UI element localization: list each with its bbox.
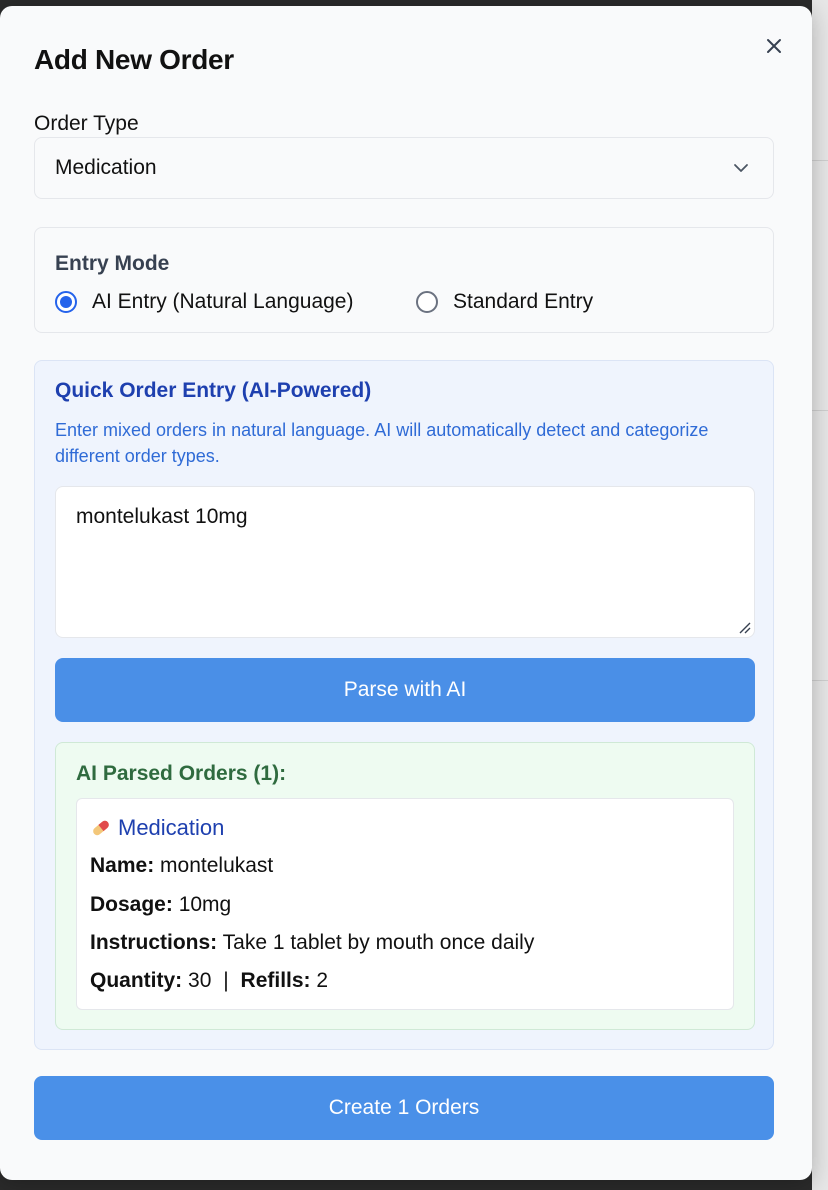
add-order-modal: Add New Order Order Type Medication Entr… xyxy=(0,6,812,1180)
order-quantity-row: Quantity: 30 | Refills: 2 xyxy=(90,969,328,993)
page-backdrop xyxy=(812,0,828,1190)
quantity-value: 30 xyxy=(188,969,212,992)
order-dosage-row: Dosage: 10mg xyxy=(90,893,231,917)
name-label: Name: xyxy=(90,854,155,877)
standard-entry-radio[interactable] xyxy=(416,291,438,313)
pill-icon xyxy=(93,820,109,836)
refills-value: 2 xyxy=(316,969,329,992)
chevron-down-icon xyxy=(734,164,748,172)
entry-mode-title: Entry Mode xyxy=(55,252,170,275)
instructions-value: Take 1 tablet by mouth once daily xyxy=(222,931,535,954)
order-type-label: Order Type xyxy=(34,112,139,135)
ai-panel-title: Quick Order Entry (AI-Powered) xyxy=(55,379,372,402)
ai-entry-option[interactable]: AI Entry (Natural Language) xyxy=(55,290,353,314)
standard-entry-option[interactable]: Standard Entry xyxy=(416,290,593,314)
standard-entry-label: Standard Entry xyxy=(453,290,594,313)
order-category: Medication xyxy=(90,815,224,841)
close-icon xyxy=(767,39,781,53)
name-value: montelukast xyxy=(160,854,274,877)
refills-label: Refills: xyxy=(240,969,311,992)
ai-entry-label: AI Entry (Natural Language) xyxy=(92,290,354,313)
parse-with-ai-button[interactable]: Parse with AI xyxy=(55,658,755,722)
modal-title: Add New Order xyxy=(34,44,234,75)
parsed-orders-title: AI Parsed Orders (1): xyxy=(76,762,287,785)
order-type-value: Medication xyxy=(55,156,157,179)
dosage-value: 10mg xyxy=(178,893,232,916)
parsed-orders-box: AI Parsed Orders (1): Medication Name: m… xyxy=(55,742,755,1030)
dosage-label: Dosage: xyxy=(90,893,173,916)
order-name-row: Name: montelukast xyxy=(90,854,273,878)
field-separator: | xyxy=(223,969,229,992)
order-type-select[interactable]: Medication xyxy=(34,137,774,199)
order-text-value: montelukast 10mg xyxy=(76,505,248,528)
close-button[interactable] xyxy=(761,33,787,59)
order-text-input[interactable]: montelukast 10mg xyxy=(55,486,755,638)
order-instructions-row: Instructions: Take 1 tablet by mouth onc… xyxy=(90,931,534,955)
create-orders-button[interactable]: Create 1 Orders xyxy=(34,1076,774,1140)
quantity-label: Quantity: xyxy=(90,969,183,992)
order-category-label: Medication xyxy=(118,815,225,840)
ai-panel-description: Enter mixed orders in natural language. … xyxy=(55,420,709,466)
ai-entry-panel: Quick Order Entry (AI-Powered) Enter mix… xyxy=(34,360,774,1050)
entry-mode-group: Entry Mode AI Entry (Natural Language) S… xyxy=(34,227,774,333)
instructions-label: Instructions: xyxy=(90,931,218,954)
ai-entry-radio[interactable] xyxy=(55,291,77,313)
parsed-order-card: Medication Name: montelukast Dosage: 10m… xyxy=(76,798,734,1010)
resize-handle-icon[interactable] xyxy=(737,620,751,634)
